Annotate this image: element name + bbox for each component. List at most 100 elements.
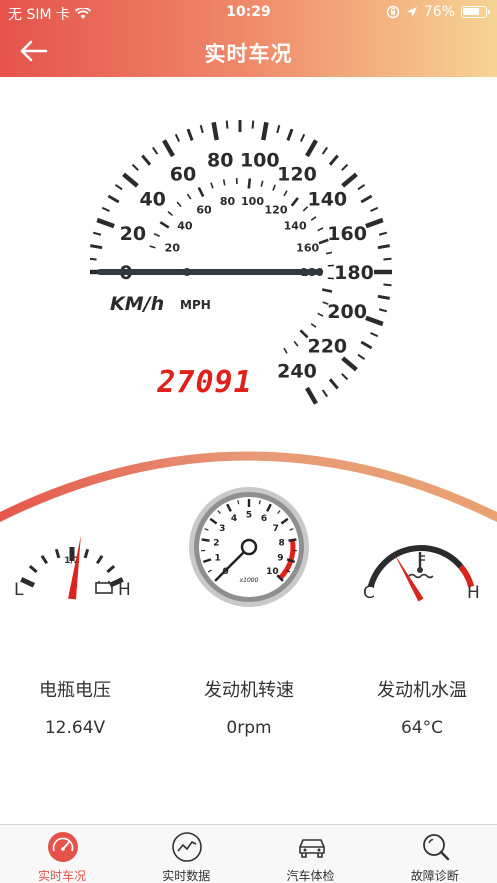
mph-tick xyxy=(222,179,226,186)
kmh-tick xyxy=(186,128,194,141)
nav-bar: 实时车况 xyxy=(0,26,497,77)
kmh-tick xyxy=(328,154,339,166)
kmh-tick xyxy=(370,331,379,338)
voltage-low-mark: L xyxy=(14,580,24,600)
voltage-tick xyxy=(54,548,61,559)
rpm-tick-label: 3 xyxy=(219,524,225,534)
kmh-tick-label: 40 xyxy=(139,189,165,211)
kmh-tick-label: 160 xyxy=(327,223,367,245)
page: 无 SIM 卡 10:29 76% 实时车况 20 40 60 80 100 1… xyxy=(0,0,497,883)
chart-line-icon xyxy=(172,832,203,862)
rpm-unit-mark: x1000 xyxy=(239,577,259,584)
mph-tick xyxy=(176,201,182,208)
kmh-tick xyxy=(211,121,219,141)
mph-tick xyxy=(272,184,276,191)
coolant-gauge: CH xyxy=(363,545,480,603)
rpm-tick-label: 5 xyxy=(246,511,252,521)
car-icon xyxy=(298,839,325,858)
kmh-tick xyxy=(96,217,115,229)
voltage-high-mark: H xyxy=(118,580,131,600)
voltage-needle xyxy=(68,535,81,600)
kmh-tick xyxy=(305,139,318,158)
kmh-tick xyxy=(370,206,379,213)
kmh-tick xyxy=(341,356,358,372)
thermometer-icon xyxy=(408,552,434,579)
kmh-tick xyxy=(341,373,349,381)
kmh-tick xyxy=(383,283,392,287)
mph-tick xyxy=(186,193,192,200)
rpm-tick-label: 9 xyxy=(277,554,283,564)
kmh-tick xyxy=(199,124,204,134)
tab-realtime-status[interactable]: 实时车况 xyxy=(0,825,124,883)
rpm-gauge: 012345678910x1000 xyxy=(189,487,309,607)
rpm-tick xyxy=(201,538,210,542)
speed-needle-hub xyxy=(183,268,191,276)
mph-tick xyxy=(153,233,160,237)
header: 无 SIM 卡 10:29 76% 实时车况 xyxy=(0,0,497,77)
coolant-normal-arc xyxy=(367,545,464,588)
mph-tick xyxy=(283,347,288,354)
kmh-tick xyxy=(357,353,366,361)
voltage-label: 电瓶电压 xyxy=(39,680,111,701)
page-title: 实时车况 xyxy=(204,42,293,66)
kmh-tick xyxy=(101,206,110,213)
voltage-tick xyxy=(106,564,116,574)
tab-fault-diagnosis[interactable]: 故障诊断 xyxy=(373,825,497,883)
mph-tick xyxy=(290,197,299,207)
kmh-tick xyxy=(151,146,159,155)
kmh-tick xyxy=(365,315,384,327)
mph-tick xyxy=(317,312,324,317)
tab-label: 实时数据 xyxy=(162,869,211,883)
coolant-label: 发动机水温 xyxy=(377,680,467,701)
kmh-tick xyxy=(305,386,318,405)
kmh-tick xyxy=(378,231,388,236)
kmh-tick xyxy=(328,378,339,390)
odometer-value: 27091 xyxy=(156,365,252,400)
coolant-hot-mark: H xyxy=(467,583,480,603)
mph-tick xyxy=(317,227,324,232)
mph-tick xyxy=(149,245,156,249)
kmh-tick-label: 120 xyxy=(277,163,317,185)
mph-tick-label: 160 xyxy=(296,241,319,254)
kmh-tick xyxy=(225,120,229,129)
tab-label: 实时车况 xyxy=(37,869,86,883)
kmh-tick-label: 240 xyxy=(277,361,317,383)
kmh-tick xyxy=(92,231,102,236)
mph-tick-label: 20 xyxy=(165,241,181,254)
tab-realtime-data[interactable]: 实时数据 xyxy=(124,825,248,883)
kmh-tick xyxy=(360,340,373,350)
tab-bar: 实时车况 实时数据 汽车体检 故障诊断 xyxy=(0,824,497,883)
coolant-cold-mark: C xyxy=(363,583,375,603)
mph-tick xyxy=(283,190,288,197)
voltage-tick xyxy=(83,548,90,559)
kmh-tick xyxy=(90,244,103,250)
rpm-label: 发动机转速 xyxy=(204,680,294,701)
water-wave xyxy=(408,573,434,579)
kmh-tick-label: 100 xyxy=(240,150,280,172)
status-bar: 无 SIM 卡 10:29 76% xyxy=(0,0,497,26)
rpm-tick-label: 4 xyxy=(231,514,237,524)
tab-car-checkup[interactable]: 汽车体检 xyxy=(249,825,373,883)
mph-tick xyxy=(299,329,309,339)
kmh-tick xyxy=(321,146,329,155)
tab-label: 汽车体检 xyxy=(286,869,335,883)
kmh-tick xyxy=(377,244,390,250)
odometer: 27091 xyxy=(156,365,252,400)
mph-tick-label: 120 xyxy=(265,204,288,217)
rpm-tick-label: 1 xyxy=(214,554,220,564)
speedometer-icon xyxy=(48,832,78,862)
mph-tick xyxy=(167,210,174,217)
mph-tick-label: 40 xyxy=(177,220,193,233)
rpm-tick-label: 2 xyxy=(213,538,219,548)
mph-tick xyxy=(310,323,317,328)
mph-tick-label: 80 xyxy=(220,195,236,208)
kmh-tick xyxy=(341,163,349,171)
kmh-tick xyxy=(365,217,384,229)
coolant-value: 64°C xyxy=(400,718,443,738)
tab-label: 故障诊断 xyxy=(410,869,459,883)
kmh-tick xyxy=(276,124,281,134)
kmh-tick xyxy=(378,308,388,313)
kmh-tick xyxy=(341,172,358,188)
kmh-tick xyxy=(261,121,269,141)
kmh-tick xyxy=(141,154,152,166)
